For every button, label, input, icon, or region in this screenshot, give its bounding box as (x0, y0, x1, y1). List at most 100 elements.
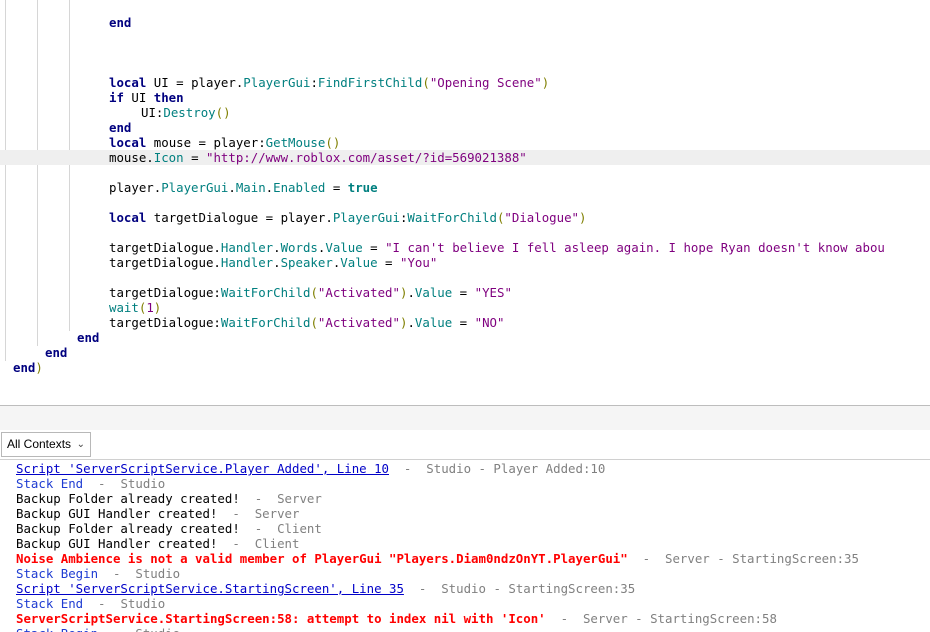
code-token: ) (579, 210, 587, 225)
chevron-down-icon: ⌄ (76, 439, 85, 450)
output-line: Backup Folder already created! - Server (16, 491, 322, 506)
code-token: targetDialogue: (109, 315, 221, 330)
code-token: mouse = player: (146, 135, 266, 150)
code-token: targetDialogue. (109, 240, 221, 255)
code-token: Speaker (280, 255, 333, 270)
code-token: end (109, 15, 132, 30)
output-script-link[interactable]: Script 'ServerScriptService.StartingScre… (16, 581, 404, 596)
output-text: Backup Folder already created! (16, 491, 240, 506)
output-text: Noise Ambience is not a valid member of … (16, 551, 628, 566)
code-token: "Activated" (317, 285, 400, 300)
code-line[interactable]: mouse.Icon = "http://www.roblox.com/asse… (0, 150, 930, 165)
output-line: Script 'ServerScriptService.Player Added… (16, 461, 605, 476)
output-text: Backup GUI Handler created! (16, 506, 218, 521)
code-token: Enabled (273, 180, 326, 195)
code-token: true (347, 180, 378, 195)
code-line[interactable]: wait(1) (0, 300, 930, 315)
code-line[interactable]: end (0, 330, 930, 345)
code-token: . (407, 285, 415, 300)
code-line[interactable]: end (0, 15, 930, 30)
output-panel[interactable]: Script 'ServerScriptService.Player Added… (0, 459, 930, 632)
code-token: Handler (220, 240, 274, 255)
output-text: - Studio - Player Added:10 (389, 461, 606, 476)
code-line[interactable] (0, 165, 930, 180)
output-text: Stack Begin (16, 566, 99, 581)
code-token: local (109, 210, 147, 225)
code-line[interactable] (0, 60, 930, 75)
code-token: Words (280, 240, 318, 255)
context-filter-dropdown[interactable]: All Contexts ⌄ (1, 432, 91, 457)
output-line: Backup GUI Handler created! - Server (16, 506, 299, 521)
code-token: "I can't believe I fell asleep again. I … (385, 240, 885, 255)
code-line[interactable]: player.PlayerGui.Main.Enabled = true (0, 180, 930, 195)
script-editor[interactable]: end local UI = player.PlayerGui:FindFirst… (0, 0, 930, 405)
output-text: - Studio (98, 566, 181, 581)
code-token: Main (235, 180, 266, 195)
code-line[interactable]: UI:Destroy() (0, 105, 930, 120)
code-token: targetDialogue: (109, 285, 221, 300)
output-text: Stack End (16, 476, 84, 491)
code-token: wait (109, 300, 139, 315)
output-text: - Server - StartingScreen:58 (545, 611, 777, 626)
code-line[interactable] (0, 225, 930, 240)
code-token: UI: (141, 105, 164, 120)
code-token: "YES" (474, 285, 512, 300)
code-token: if (109, 90, 124, 105)
output-line: Script 'ServerScriptService.StartingScre… (16, 581, 635, 596)
code-line[interactable] (0, 45, 930, 60)
code-line[interactable]: local targetDialogue = player.PlayerGui:… (0, 210, 930, 225)
output-text: - Studio (83, 476, 166, 491)
code-token: WaitForChild (220, 315, 311, 330)
code-token: Destroy (163, 105, 216, 120)
code-token: () (215, 105, 231, 120)
code-line[interactable]: local mouse = player:GetMouse() (0, 135, 930, 150)
output-text: - Server - StartingScreen:35 (627, 551, 859, 566)
code-token: ) (153, 300, 162, 315)
code-token: local (109, 75, 147, 90)
output-text: ServerScriptService.StartingScreen:58: a… (16, 611, 546, 626)
code-line[interactable]: if UI then (0, 90, 930, 105)
code-token: . (273, 240, 281, 255)
code-line[interactable]: end (0, 120, 930, 135)
code-token: mouse. (109, 150, 154, 165)
code-token: UI = player. (146, 75, 244, 90)
output-text: - Client (217, 536, 300, 551)
output-text: - Studio (83, 596, 166, 611)
code-line[interactable]: targetDialogue:WaitForChild("Activated")… (0, 315, 930, 330)
code-token: = (325, 180, 348, 195)
output-script-link[interactable]: Script 'ServerScriptService.Player Added… (16, 461, 389, 476)
code-line[interactable] (0, 30, 930, 45)
code-token: PlayerGui (161, 180, 229, 195)
code-token: = (362, 240, 386, 255)
output-line: Stack Begin - Studio (16, 566, 180, 581)
output-line: Backup Folder already created! - Client (16, 521, 322, 536)
code-line[interactable]: local UI = player.PlayerGui:FindFirstChi… (0, 75, 930, 90)
code-token: PlayerGui (243, 75, 311, 90)
output-text: Stack End (16, 596, 84, 611)
panel-splitter[interactable] (0, 405, 930, 431)
output-line: ServerScriptService.StartingScreen:58: a… (16, 611, 777, 626)
code-line[interactable]: targetDialogue.Handler.Words.Value = "I … (0, 240, 930, 255)
code-token: targetDialogue. (109, 255, 221, 270)
code-token: = (452, 315, 475, 330)
code-line[interactable]: end (0, 345, 930, 360)
code-token: "Activated" (317, 315, 400, 330)
code-token: then (153, 90, 184, 105)
output-text: - Studio - StartingScreen:35 (403, 581, 636, 596)
code-token: ) (35, 360, 43, 375)
code-token: end (109, 120, 132, 135)
output-line: Stack End - Studio (16, 596, 165, 611)
code-token: ) (541, 75, 550, 90)
code-token: Value (414, 315, 453, 330)
code-token: 1 (146, 300, 154, 315)
output-text: - Server (217, 506, 300, 521)
code-line[interactable] (0, 270, 930, 285)
code-line[interactable]: targetDialogue.Handler.Speaker.Value = "… (0, 255, 930, 270)
code-line[interactable] (0, 195, 930, 210)
code-token: targetDialogue = player. (146, 210, 333, 225)
code-token: GetMouse (265, 135, 326, 150)
output-text: - Server (239, 491, 322, 506)
code-line[interactable]: targetDialogue:WaitForChild("Activated")… (0, 285, 930, 300)
code-token: PlayerGui (332, 210, 400, 225)
code-line[interactable]: end) (0, 360, 930, 375)
